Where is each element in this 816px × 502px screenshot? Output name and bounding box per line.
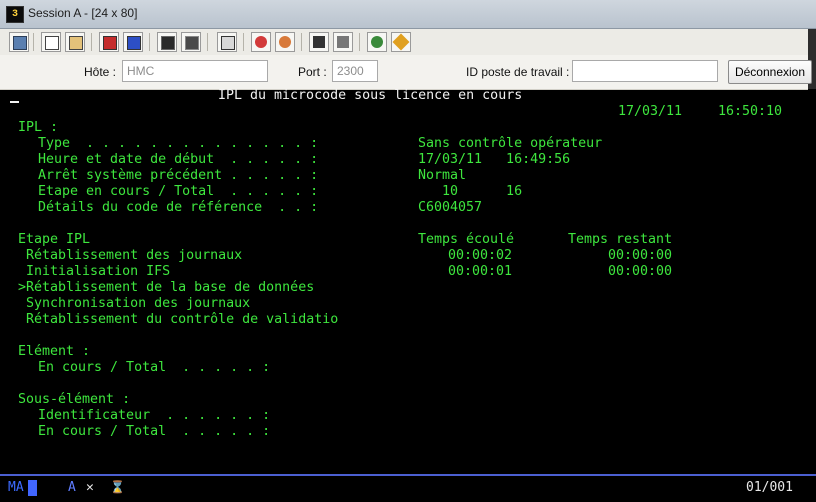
field-value: C6004057 — [418, 200, 483, 215]
terminal-cursor — [10, 101, 19, 103]
wait-icon: ⌛ — [110, 480, 125, 494]
receive-icon[interactable] — [123, 32, 143, 52]
copy-icon[interactable] — [41, 32, 61, 52]
step-label-current: >Rétablissement de la base de données — [18, 280, 315, 295]
status-cursor-block — [28, 480, 37, 496]
toolbar-separator — [207, 33, 208, 51]
workstation-label: ID poste de travail : — [466, 65, 570, 79]
toolbar-separator — [359, 33, 360, 51]
keyboard-icon[interactable] — [181, 32, 201, 52]
screen-time: 16:50:10 — [718, 104, 783, 119]
subelement-in-progress: En cours / Total . . . . . : — [38, 424, 271, 439]
step-label: Rétablissement des journaux — [18, 248, 243, 263]
remaining-header: Temps restant — [568, 232, 673, 247]
step-elapsed: 00:00:01 — [448, 264, 513, 279]
toolbar-separator — [33, 33, 34, 51]
elapsed-header: Temps écoulé — [418, 232, 515, 247]
step-label: Rétablissement du contrôle de validatio — [18, 312, 339, 327]
input-inhibited-icon: ✕ — [86, 480, 94, 495]
send-icon[interactable] — [99, 32, 119, 52]
toolbar-separator — [149, 33, 150, 51]
title-bar: 3 Session A - [24 x 80] — [0, 0, 816, 29]
terminal-screen[interactable]: IPL du microcode sous licence en cours 1… — [0, 88, 816, 474]
element-header: Elément : — [18, 344, 91, 359]
connection-bar: Hôte : HMC Port : 2300 ID poste de trava… — [0, 55, 812, 90]
screen-date: 17/03/11 — [618, 104, 683, 119]
field-label: Heure et date de début . . . . . : — [38, 152, 319, 167]
subelement-identifier: Identificateur . . . . . . : — [38, 408, 271, 423]
screen-title: IPL du microcode sous licence en cours — [218, 88, 523, 103]
field-label: Etape en cours / Total . . . . . : — [38, 184, 319, 199]
terminal-app-icon[interactable]: 3 — [6, 6, 24, 23]
toolbar-separator — [301, 33, 302, 51]
step-remaining: 00:00:00 — [608, 248, 673, 263]
field-label: Type . . . . . . . . . . . . . . : — [38, 136, 319, 151]
globe-icon[interactable] — [367, 32, 387, 52]
step-header: Etape IPL — [18, 232, 91, 247]
settings-icon[interactable] — [391, 32, 411, 52]
step-label: Initialisation IFS — [18, 264, 171, 279]
macro-icon[interactable] — [309, 32, 329, 52]
step-remaining: 00:00:00 — [608, 264, 673, 279]
element-in-progress: En cours / Total . . . . . : — [38, 360, 271, 375]
field-value: Sans contrôle opérateur — [418, 136, 603, 151]
host-label: Hôte : — [84, 65, 117, 79]
workstation-field[interactable] — [572, 60, 718, 82]
status-indicator-a: A — [68, 480, 76, 495]
print-screen-icon[interactable] — [9, 32, 29, 52]
play-macro-icon[interactable] — [275, 32, 295, 52]
cursor-position: 01/001 — [746, 480, 793, 495]
step-label: Synchronisation des journaux — [18, 296, 251, 311]
port-field[interactable]: 2300 — [332, 60, 378, 82]
field-value: 10 16 — [418, 184, 523, 199]
toolbar-separator — [91, 33, 92, 51]
record-macro-icon[interactable] — [251, 32, 271, 52]
field-label: Arrêt système précédent . . . . . : — [38, 168, 319, 183]
paste-icon[interactable] — [65, 32, 85, 52]
port-label: Port : — [298, 65, 327, 79]
status-bar: MA A ✕ ⌛ 01/001 — [0, 474, 816, 502]
status-mode: MA — [8, 480, 24, 495]
window-title: Session A - [24 x 80] — [28, 6, 138, 20]
field-label: Détails du code de référence . . : — [38, 200, 319, 215]
subelement-header: Sous-élément : — [18, 392, 131, 407]
keyboard-icon[interactable] — [217, 32, 237, 52]
field-value: 17/03/11 16:49:56 — [418, 152, 571, 167]
toolbar-separator — [243, 33, 244, 51]
disconnect-button[interactable]: Déconnexion — [728, 60, 812, 84]
field-value: Normal — [418, 168, 467, 183]
display-icon[interactable] — [157, 32, 177, 52]
ipl-header: IPL : — [18, 120, 59, 135]
macro-list-icon[interactable] — [333, 32, 353, 52]
toolbar — [0, 29, 808, 56]
step-elapsed: 00:00:02 — [448, 248, 513, 263]
host-field[interactable]: HMC — [122, 60, 268, 82]
